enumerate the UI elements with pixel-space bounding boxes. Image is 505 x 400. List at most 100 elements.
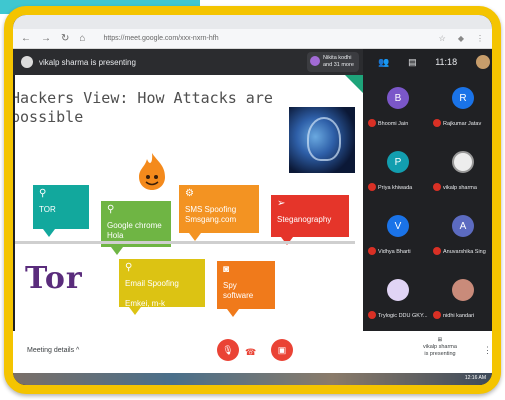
presenting-text: is presenting bbox=[424, 351, 456, 357]
mic-toggle-button[interactable]: 🎙 bbox=[217, 339, 239, 361]
spy-box: ◙ Spy software bbox=[217, 261, 275, 317]
forward-icon[interactable]: → bbox=[41, 33, 51, 44]
slide-corner-tag bbox=[345, 75, 363, 93]
menu-icon[interactable]: ⋮ bbox=[476, 34, 484, 43]
participant-tile[interactable]: R Rajkumar Jatav bbox=[430, 75, 492, 139]
presenting-status[interactable]: ⊞ vikalp sharma is presenting bbox=[423, 337, 457, 358]
presenter-avatar bbox=[21, 56, 33, 68]
reload-icon[interactable]: ↻ bbox=[61, 33, 69, 44]
participant-avatar: B bbox=[387, 87, 409, 109]
meet-top-right: 👥 ▤ 11:18 bbox=[369, 49, 492, 75]
participant-name: Rajkumar Jatav bbox=[443, 121, 482, 127]
participant-name: Trylogic DDU GKY... bbox=[378, 313, 428, 319]
presenter-bar: vikalp sharma is presenting Nikita kodhi… bbox=[13, 49, 363, 75]
participant-avatar: V bbox=[387, 215, 409, 237]
mic-off-icon bbox=[368, 247, 376, 255]
gear-icon: ⚙ bbox=[185, 188, 194, 199]
stegano-box: ➢ Steganography bbox=[271, 195, 349, 245]
screenshot-frame: ← → ↻ ⌂ https://meet.google.com/xxx-nxrn… bbox=[4, 6, 501, 394]
participant-tile[interactable]: B Bhoomi Jain bbox=[365, 75, 430, 139]
star-icon[interactable]: ☆ bbox=[439, 34, 446, 43]
presenting-name: vikalp sharma bbox=[423, 344, 457, 350]
mic-off-icon bbox=[368, 119, 376, 127]
camera-toggle-button[interactable]: ▣ bbox=[271, 339, 293, 361]
chat-icon[interactable]: ▤ bbox=[408, 57, 417, 68]
participant-avatar bbox=[387, 279, 409, 301]
email-label-2: Emkei, m-k bbox=[125, 299, 165, 308]
participant-name: Anuvarshika Sing bbox=[443, 249, 486, 255]
participant-tile[interactable]: A Anuvarshika Sing bbox=[430, 203, 492, 267]
url-text[interactable]: https://meet.google.com/xxx-nxrn-hfh bbox=[103, 35, 218, 42]
back-icon[interactable]: ← bbox=[21, 33, 31, 44]
participant-chip-name: Nikita kodhi bbox=[323, 55, 352, 61]
tor-logo: Tor bbox=[25, 261, 83, 296]
chevron-up-icon: ^ bbox=[76, 347, 80, 354]
clock-time: 11:18 bbox=[435, 57, 458, 67]
search-icon: ⚲ bbox=[107, 204, 115, 215]
participant-grid: B Bhoomi Jain R Rajkumar Jatav P Priya k… bbox=[365, 75, 492, 331]
tor-label: TOR bbox=[39, 205, 56, 214]
end-call-icon[interactable]: ☎ bbox=[245, 347, 256, 358]
paper-plane-icon: ➢ bbox=[277, 198, 286, 209]
participant-mini-avatar bbox=[310, 56, 320, 66]
search-icon: ⚲ bbox=[125, 262, 133, 273]
email-box: ⚲ Email Spoofing Emkei, m-k bbox=[119, 259, 205, 315]
mic-off-icon bbox=[433, 247, 441, 255]
slide-timeline bbox=[15, 241, 355, 244]
participant-tile[interactable]: V Vidhya Bharti bbox=[365, 203, 430, 267]
sms-box: ⚙ SMS Spoofing Smsgang.com bbox=[179, 185, 259, 241]
meet-controls: Meeting details ^ 🎙 ☎ ▣ ⊞ vikalp sharma … bbox=[13, 331, 492, 373]
participant-name: Bhoomi Jain bbox=[378, 121, 409, 127]
people-icon[interactable]: 👥 bbox=[378, 57, 389, 68]
participant-chip-more: and 31 more bbox=[323, 62, 354, 68]
participant-avatar: R bbox=[452, 87, 474, 109]
mic-off-icon bbox=[433, 311, 441, 319]
sms-label-2: Smsgang.com bbox=[185, 215, 237, 224]
participant-avatar: A bbox=[452, 215, 474, 237]
meet-stage: vikalp sharma is presenting Nikita kodhi… bbox=[13, 49, 492, 331]
participant-tile[interactable]: P Priya khiwada bbox=[365, 139, 430, 203]
tor-box: ⚲ TOR bbox=[33, 185, 89, 237]
more-options-icon[interactable]: ⋮ bbox=[483, 345, 492, 356]
presenter-text: vikalp sharma is presenting bbox=[39, 57, 136, 67]
present-icon: ⊞ bbox=[437, 337, 443, 343]
participant-tile[interactable]: Trylogic DDU GKY... bbox=[365, 267, 430, 331]
browser-toolbar-icons: ☆ ◆ ⋮ bbox=[439, 34, 484, 43]
email-label-1: Email Spoofing bbox=[125, 279, 179, 288]
participant-name: Vidhya Bharti bbox=[378, 249, 411, 255]
camera-icon: ◙ bbox=[223, 264, 230, 275]
meeting-details-label: Meeting details bbox=[27, 347, 75, 354]
mic-off-icon bbox=[433, 183, 441, 191]
home-icon[interactable]: ⌂ bbox=[79, 33, 85, 44]
mic-off-icon bbox=[368, 311, 376, 319]
slide-title-line1: Hackers View: How Attacks are bbox=[15, 89, 273, 107]
participant-tile[interactable]: vikalp sharma bbox=[430, 139, 492, 203]
hacker-hood-shape bbox=[307, 117, 341, 161]
slide-title: Hackers View: How Attacks are possible bbox=[15, 89, 311, 127]
self-avatar[interactable] bbox=[475, 55, 490, 69]
taskbar-time: 12:16 AM bbox=[464, 375, 486, 381]
participant-avatar bbox=[452, 151, 474, 173]
hola-flame-icon bbox=[139, 153, 165, 190]
participant-avatar: P bbox=[387, 151, 409, 173]
participant-tile[interactable]: nidhi kandari bbox=[430, 267, 492, 331]
mic-off-icon: 🎙 bbox=[222, 344, 234, 355]
meeting-details-button[interactable]: Meeting details ^ bbox=[27, 347, 79, 354]
participant-avatar bbox=[452, 279, 474, 301]
participant-name: Priya khiwada bbox=[378, 185, 413, 191]
camera-off-icon: ▣ bbox=[277, 344, 287, 355]
address-bar: ← → ↻ ⌂ https://meet.google.com/xxx-nxrn… bbox=[13, 29, 492, 49]
sms-label-1: SMS Spoofing bbox=[185, 205, 237, 214]
participants-chip[interactable]: Nikita kodhi and 31 more bbox=[307, 52, 359, 72]
chrome-label: Google chrome Hola bbox=[107, 221, 162, 240]
mic-off-icon bbox=[433, 119, 441, 127]
browser-tab-strip bbox=[13, 15, 492, 29]
participant-name: nidhi kandari bbox=[443, 313, 475, 319]
person-icon: ⚲ bbox=[39, 188, 47, 199]
extension-icon[interactable]: ◆ bbox=[458, 34, 464, 43]
os-taskbar: 12:16 AM bbox=[13, 373, 492, 385]
hacker-image bbox=[289, 107, 355, 173]
presentation-slide: Hackers View: How Attacks are possible ⚲… bbox=[15, 75, 363, 331]
slide-title-line2: possible bbox=[15, 108, 84, 126]
participant-name: vikalp sharma bbox=[443, 185, 477, 191]
